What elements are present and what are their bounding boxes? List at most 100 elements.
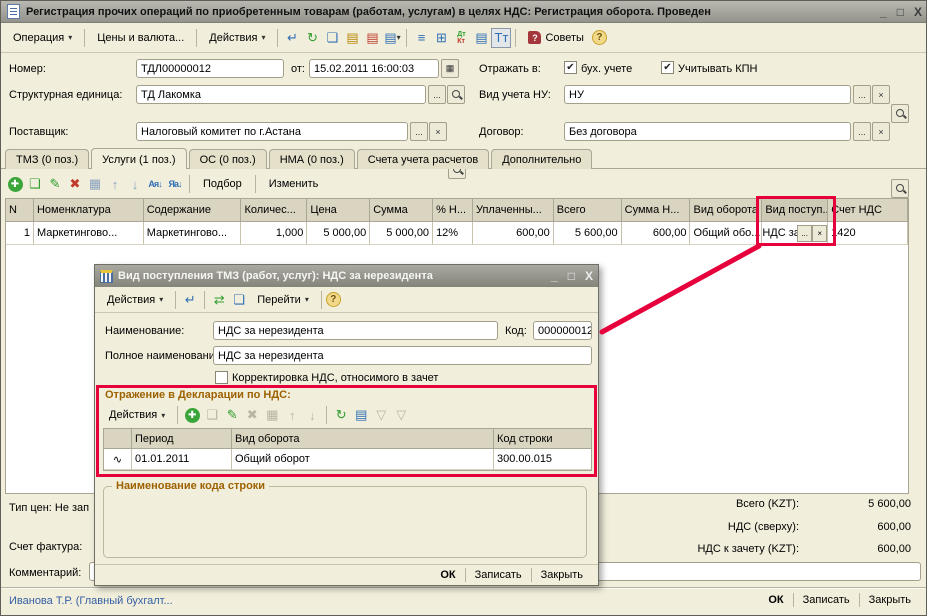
col-paid[interactable]: Уплаченны... — [473, 199, 554, 222]
pick-button[interactable]: Подбор — [194, 174, 251, 194]
minimize-button[interactable]: _ — [880, 5, 887, 19]
maximize-button[interactable]: □ — [897, 5, 904, 19]
dialog-maximize-button[interactable]: □ — [568, 269, 575, 283]
decl-finish-edit-icon[interactable]: ▦ — [262, 405, 282, 425]
decl-edit-row-icon[interactable]: ✎ — [222, 405, 242, 425]
col-total[interactable]: Всего — [554, 199, 622, 222]
col-n[interactable]: N — [6, 199, 34, 222]
tt-totals-icon[interactable]: Тт — [491, 28, 511, 48]
accounting-checkbox-label[interactable]: бух. учете — [581, 63, 632, 75]
menu-operation[interactable]: Операция ▾ — [5, 28, 80, 48]
structure-icon[interactable]: ≡ — [411, 28, 431, 48]
decl-cell-turnover[interactable]: Общий оборот — [232, 449, 494, 470]
dialog-menu-goto[interactable]: Перейти ▾ — [249, 290, 317, 310]
kpn-checkbox[interactable]: ✔ — [661, 61, 674, 74]
advice-button[interactable]: ? Советы — [520, 27, 591, 48]
decl-refresh-icon[interactable]: ↻ — [331, 405, 351, 425]
tab-services[interactable]: Услуги (1 поз.) — [91, 148, 186, 169]
supplier-field[interactable]: Налоговый комитет по г.Астана — [136, 122, 408, 141]
accounting-checkbox[interactable]: ✔ — [564, 61, 577, 74]
dialog-reread-icon[interactable]: ⇄ — [209, 290, 229, 310]
col-quantity[interactable]: Количес... — [241, 199, 307, 222]
dialog-menu-actions[interactable]: Действия ▾ — [99, 290, 171, 310]
finish-edit-icon[interactable]: ▦ — [85, 174, 105, 194]
decl-cell-period[interactable]: 01.01.2011 — [132, 449, 232, 470]
nu-kind-field[interactable]: НУ — [564, 85, 851, 104]
decl-move-up-icon[interactable]: ↑ — [282, 405, 302, 425]
kpn-checkbox-label[interactable]: Учитывать КПН — [678, 63, 758, 75]
refresh-icon[interactable]: ↻ — [302, 28, 322, 48]
ok-button[interactable]: ОК — [759, 591, 792, 609]
structural-unit-field[interactable]: ТД Лакомка — [136, 85, 426, 104]
dialog-save-button[interactable]: Записать — [466, 566, 531, 584]
struct-select-icon[interactable]: ... — [428, 85, 446, 104]
declaration-menu-actions[interactable]: Действия ▾ — [101, 405, 173, 425]
calendar-icon[interactable]: ▦ — [441, 59, 459, 78]
cell-sum[interactable]: 5 000,00 — [370, 222, 433, 245]
unpost-document-icon[interactable]: ▤ — [362, 28, 382, 48]
change-button[interactable]: Изменить — [260, 174, 328, 194]
nu-clear-icon[interactable]: × — [872, 85, 890, 104]
nu-open-icon[interactable] — [891, 104, 909, 123]
receipt-kind-editor[interactable]: НДС за — [762, 227, 797, 239]
sort-asc-icon[interactable]: Ая↓ — [145, 174, 165, 194]
save-button[interactable]: Записать — [794, 591, 859, 609]
copy-icon[interactable]: ❏ — [322, 28, 342, 48]
tab-nma[interactable]: НМА (0 поз.) — [269, 149, 355, 169]
menu-actions[interactable]: Действия ▾ — [201, 28, 273, 48]
tab-os[interactable]: ОС (0 поз.) — [189, 149, 267, 169]
tab-accounts[interactable]: Счета учета расчетов — [357, 149, 489, 169]
fullname-field[interactable]: НДС за нерезидента — [213, 346, 592, 365]
correction-checkbox-label[interactable]: Корректировка НДС, относимого в зачет — [232, 372, 438, 384]
dialog-help-icon[interactable]: ? — [326, 292, 341, 307]
number-field[interactable]: ТДЛ00000012 — [136, 59, 284, 78]
copy-row-icon[interactable]: ❏ — [25, 174, 45, 194]
receipt-kind-select-icon[interactable]: ... — [797, 225, 812, 242]
cell-turnover-kind[interactable]: Общий обо... — [690, 222, 762, 245]
col-turnover-kind[interactable]: Вид оборота — [690, 199, 762, 222]
post-document-icon[interactable]: ▤ — [342, 28, 362, 48]
decl-col-line-code[interactable]: Код строки — [494, 429, 591, 449]
decl-delete-row-icon[interactable]: ✖ — [242, 405, 262, 425]
col-price[interactable]: Цена — [307, 199, 370, 222]
cell-vat-account[interactable]: 1420 — [828, 222, 908, 245]
cell-vat-sum[interactable]: 600,00 — [622, 222, 691, 245]
correction-checkbox[interactable] — [215, 371, 228, 384]
help-icon[interactable]: ? — [592, 30, 607, 45]
menu-prices-currency[interactable]: Цены и валюта... — [89, 28, 192, 48]
decl-move-down-icon[interactable]: ↓ — [302, 405, 322, 425]
dialog-save-close-icon[interactable]: ↵ — [180, 290, 200, 310]
move-up-icon[interactable]: ↑ — [105, 174, 125, 194]
decl-copy-row-icon[interactable]: ❏ — [202, 405, 222, 425]
cell-n[interactable]: 1 — [6, 222, 34, 245]
decl-col-period[interactable]: Период — [132, 429, 232, 449]
edit-row-icon[interactable]: ✎ — [45, 174, 65, 194]
dialog-close-form-button[interactable]: Закрыть — [532, 566, 592, 584]
sort-desc-icon[interactable]: Яа↓ — [165, 174, 185, 194]
tab-additional[interactable]: Дополнительно — [491, 149, 592, 169]
decl-col-turnover[interactable]: Вид оборота — [232, 429, 494, 449]
decl-filter-icon[interactable]: ▽ — [371, 405, 391, 425]
col-receipt-kind[interactable]: Вид поступ... — [762, 199, 828, 222]
post-and-close-icon[interactable]: ↵ — [282, 28, 302, 48]
decl-list-settings-icon[interactable]: ▤ — [351, 405, 371, 425]
contract-field[interactable]: Без договора — [564, 122, 851, 141]
decl-filter-clear-icon[interactable]: ▽ — [391, 405, 411, 425]
col-content[interactable]: Содержание — [144, 199, 242, 222]
close-button[interactable]: X — [914, 5, 922, 19]
contract-select-icon[interactable]: ... — [853, 122, 871, 141]
cell-quantity[interactable]: 1,000 — [241, 222, 307, 245]
col-vat-account[interactable]: Счет НДС — [828, 199, 908, 222]
dt-kt-icon[interactable]: Дт Кт — [451, 28, 471, 48]
document-menu-icon[interactable]: ▤ ▾ — [382, 28, 402, 48]
dialog-close-button[interactable]: X — [585, 269, 593, 283]
col-vat-pct[interactable]: % Н... — [433, 199, 473, 222]
contract-clear-icon[interactable]: × — [872, 122, 890, 141]
report-icon[interactable]: ▤ — [471, 28, 491, 48]
decl-add-row-icon[interactable]: ✚ — [182, 405, 202, 425]
struct-open-icon[interactable] — [447, 85, 465, 104]
tab-tmz[interactable]: ТМЗ (0 поз.) — [5, 149, 89, 169]
close-form-button[interactable]: Закрыть — [860, 591, 920, 609]
decl-cell-line-code[interactable]: 300.00.015 — [494, 449, 591, 470]
cell-price[interactable]: 5 000,00 — [307, 222, 370, 245]
